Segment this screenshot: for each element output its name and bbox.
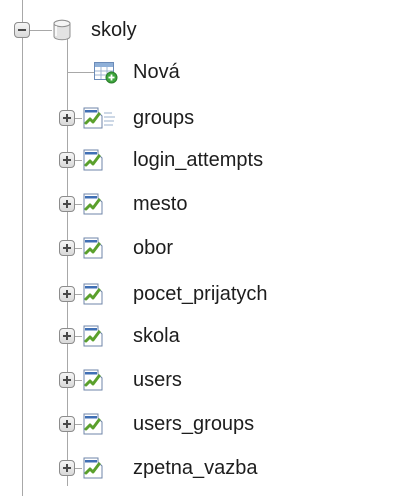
tree-row-table[interactable]: login_attempts [0, 146, 402, 174]
tree-row-table[interactable]: mesto [0, 190, 402, 218]
expand-plus-icon[interactable] [59, 196, 75, 212]
table-icon [83, 149, 116, 171]
expand-plus-icon[interactable] [59, 460, 75, 476]
tree-connector [75, 424, 82, 425]
new-table-icon [94, 62, 118, 84]
table-label[interactable]: mesto [133, 190, 187, 218]
table-icon [83, 193, 103, 215]
tree-row-table[interactable]: zpetna_vazba [0, 454, 402, 482]
table-label[interactable]: users_groups [133, 410, 254, 438]
tree-connector [75, 468, 82, 469]
tree-row-table[interactable]: obor [0, 234, 402, 262]
table-icon [83, 237, 103, 259]
navigation-tree: skoly Nová groups login_attempts mesto o… [0, 0, 402, 496]
tree-connector [75, 204, 82, 205]
tree-connector [75, 160, 82, 161]
database-icon [53, 19, 71, 41]
expand-plus-icon[interactable] [59, 328, 75, 344]
tree-connector [75, 336, 82, 337]
table-label[interactable]: login_attempts [133, 146, 263, 174]
table-label[interactable]: obor [133, 234, 173, 262]
tree-row-new[interactable]: Nová [0, 58, 402, 86]
tree-connector [75, 294, 82, 295]
table-label[interactable]: groups [133, 104, 194, 132]
table-label[interactable]: skola [133, 322, 180, 350]
tree-connector [75, 248, 82, 249]
tree-row-table[interactable]: skola [0, 322, 402, 350]
table-label[interactable]: users [133, 366, 182, 394]
collapse-minus-icon[interactable] [14, 22, 30, 38]
expand-plus-icon[interactable] [59, 416, 75, 432]
table-label[interactable]: zpetna_vazba [133, 454, 258, 482]
table-icon [83, 283, 103, 305]
expand-plus-icon[interactable] [59, 152, 75, 168]
tree-connector [67, 72, 94, 73]
tree-row-table[interactable]: groups [0, 104, 402, 132]
expand-plus-icon[interactable] [59, 372, 75, 388]
tree-row-database[interactable]: skoly [0, 16, 402, 44]
tree-connector [30, 30, 52, 31]
table-label[interactable]: pocet_prijatych [133, 280, 268, 308]
table-icon [83, 413, 103, 435]
database-label[interactable]: skoly [91, 16, 137, 44]
table-icon [83, 107, 116, 129]
tree-row-table[interactable]: users_groups [0, 410, 402, 438]
table-icon [83, 369, 103, 391]
table-icon [83, 325, 103, 347]
tree-row-table[interactable]: pocet_prijatych [0, 280, 402, 308]
tree-connector [75, 380, 82, 381]
expand-plus-icon[interactable] [59, 286, 75, 302]
expand-plus-icon[interactable] [59, 110, 75, 126]
table-icon [83, 457, 103, 479]
tree-row-table[interactable]: users [0, 366, 402, 394]
expand-plus-icon[interactable] [59, 240, 75, 256]
new-table-label[interactable]: Nová [133, 58, 180, 86]
tree-connector [75, 118, 82, 119]
